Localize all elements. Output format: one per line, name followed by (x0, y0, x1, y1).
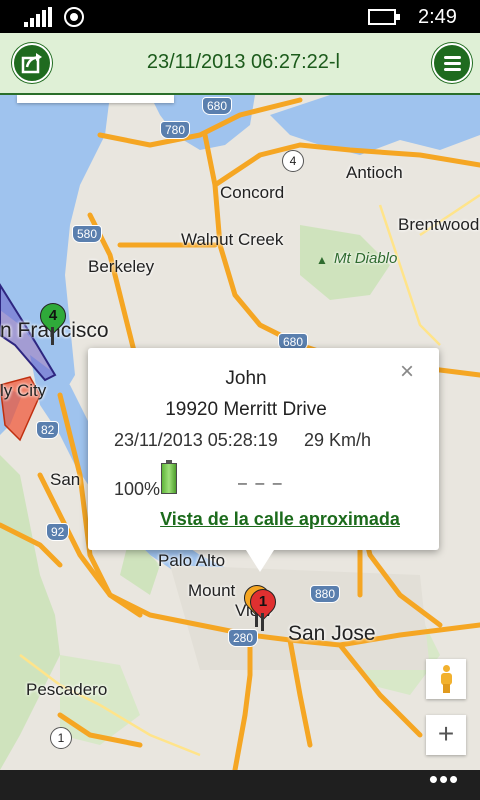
street-view-pegman-button[interactable] (426, 659, 466, 699)
city-label: Palo Alto (158, 551, 226, 570)
city-label: ly City (0, 381, 47, 400)
city-label: Brentwood (398, 215, 480, 234)
popup-battery-percent: 100% (114, 479, 161, 499)
popup-placeholder-dashes: – – – (238, 475, 284, 492)
header-title: 23/11/2013 06:27:22-l (146, 51, 340, 73)
share-button[interactable] (12, 43, 52, 83)
highway-shield: 780 (160, 121, 191, 139)
location-marker[interactable]: 4 (34, 297, 72, 347)
highway-shield: 680 (202, 97, 233, 115)
app-header: 23/11/2013 06:27:22-l (0, 33, 480, 95)
more-options-button[interactable]: ••• (424, 766, 464, 798)
popup-speed: 29 Km/h (304, 430, 372, 450)
signal-strength-icon (24, 7, 54, 27)
highway-shield: 92 (46, 523, 70, 541)
app-bar: ••• (0, 766, 480, 800)
menu-button[interactable] (432, 43, 472, 83)
battery-charging-icon (368, 9, 400, 25)
city-label: Concord (220, 183, 285, 202)
radio-icon (64, 7, 84, 27)
city-label: San Jose (288, 622, 376, 645)
battery-icon (161, 460, 177, 494)
city-label: Mount (188, 581, 236, 600)
city-label: Antioch (346, 163, 403, 182)
zoom-in-button[interactable]: + (426, 715, 466, 755)
status-clock: 2:49 (418, 6, 457, 28)
street-view-link[interactable]: Vista de la calle aproximada (88, 509, 472, 530)
marker-number: 1 (258, 593, 268, 610)
app-screen: 2:49 23/11/2013 06:27:22-l Concord Antio… (0, 0, 480, 800)
popup-datetime: 23/11/2013 05:28:19 (114, 430, 278, 450)
city-label: Pescadero (26, 680, 108, 699)
city-label: San (50, 470, 81, 489)
marker-number: 4 (48, 307, 58, 324)
pegman-icon (440, 665, 452, 693)
highway-shield: 82 (36, 421, 60, 439)
location-marker[interactable]: 1 (244, 583, 282, 633)
map-search-tab[interactable] (17, 95, 174, 103)
highway-shield: 580 (72, 225, 103, 243)
info-popup: × John 19920 Merritt Drive 23/11/2013 05… (88, 348, 439, 572)
city-label: Walnut Creek (181, 230, 284, 249)
highway-shield: 880 (310, 585, 341, 603)
city-label: Berkeley (88, 257, 155, 276)
highway-shield: 4 (282, 150, 304, 172)
mountain-icon: ▲ (316, 253, 328, 267)
status-bar: 2:49 (0, 0, 480, 33)
popup-person-name: John (225, 368, 267, 389)
popup-address: 19920 Merritt Drive (165, 399, 327, 420)
highway-shield: 1 (50, 727, 72, 749)
park-label: Mt Diablo (334, 250, 398, 267)
share-icon (21, 53, 42, 74)
